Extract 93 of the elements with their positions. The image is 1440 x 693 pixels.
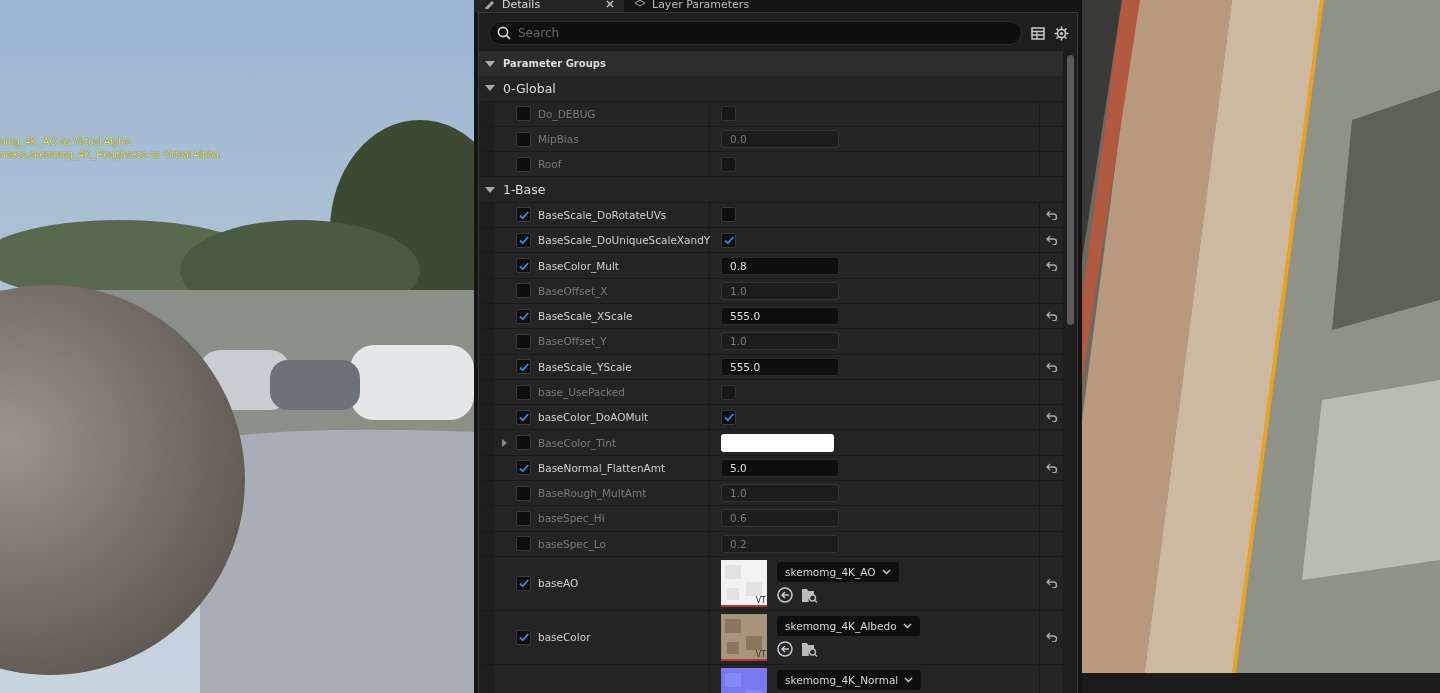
reset-arrow-icon[interactable] (1045, 209, 1058, 220)
checkbox[interactable] (516, 435, 531, 451)
checkbox[interactable] (516, 409, 531, 425)
log-message: omg_4K_AO as Virtual Alpha. (0, 136, 134, 149)
parameter-name: BaseScale_DoRotateUVs (538, 208, 667, 221)
number-field[interactable]: 0.2 (721, 534, 839, 553)
parameter-name: BaseScale_YScale (538, 360, 632, 373)
pencil-icon (484, 0, 496, 9)
parameter-name: Roof (538, 158, 562, 171)
use-selected-icon[interactable] (777, 586, 793, 603)
parameter-name: baseSpec_Lo (538, 537, 606, 550)
number-field[interactable]: 555.0 (721, 307, 839, 326)
layers-icon (634, 0, 646, 9)
reset-arrow-icon[interactable] (1045, 462, 1058, 473)
reset-arrow-icon[interactable] (1045, 632, 1058, 643)
parameter-name: BaseColor_Tint (538, 436, 616, 449)
search-field[interactable]: Search (489, 21, 1022, 45)
color-swatch[interactable] (721, 433, 834, 452)
checkbox[interactable] (721, 207, 736, 223)
checkbox[interactable] (516, 384, 531, 400)
reset-arrow-icon[interactable] (1045, 578, 1058, 589)
parameter-name: BaseColor_Mult (538, 259, 619, 272)
checkbox[interactable] (721, 232, 736, 248)
parameter-name: Do_DEBUG (538, 107, 596, 120)
virtual-texture-label: VT (755, 649, 766, 659)
parameter-name: base_UsePacked (538, 386, 625, 398)
reset-arrow-icon[interactable] (1045, 311, 1058, 322)
checkbox[interactable] (721, 156, 736, 172)
checkbox[interactable] (516, 460, 531, 476)
parameter-name: BaseOffset_Y (538, 335, 607, 348)
texture-thumbnail[interactable]: VT (721, 559, 767, 607)
checkbox[interactable] (516, 283, 531, 299)
checkbox[interactable] (721, 106, 736, 122)
expand-arrow-icon[interactable] (499, 437, 509, 448)
parameter-name: BaseRough_MultAmt (538, 487, 647, 500)
section-header[interactable]: Parameter Groups (479, 51, 1063, 77)
reset-arrow-icon[interactable] (1045, 361, 1058, 372)
number-field[interactable]: 1.0 (721, 484, 839, 503)
parameter-name: BaseNormal_FlattenAmt (538, 461, 666, 474)
checkbox[interactable] (516, 629, 531, 645)
checkbox[interactable] (516, 575, 531, 591)
checkbox[interactable] (516, 511, 531, 526)
number-field[interactable]: 0.0 (721, 130, 839, 149)
browse-folder-icon[interactable] (801, 586, 818, 603)
parameter-name: BaseScale_DoUniqueScaleXandY (538, 234, 711, 247)
asset-dropdown[interactable]: skemomg_4K_AO (777, 561, 899, 582)
search-icon (497, 26, 511, 40)
parameter-name: baseColor (538, 631, 591, 644)
number-field[interactable]: 0.8 (721, 256, 839, 275)
reset-arrow-icon[interactable] (1045, 235, 1058, 246)
chevron-down-icon (902, 622, 912, 629)
number-field[interactable]: 5.0 (721, 458, 839, 477)
number-field[interactable]: 555.0 (721, 357, 839, 376)
checkbox[interactable] (516, 258, 531, 273)
parameter-name: BaseOffset_X (538, 284, 608, 297)
number-field[interactable]: 1.0 (721, 332, 839, 351)
checkbox[interactable] (721, 384, 736, 400)
use-selected-icon[interactable] (777, 640, 793, 657)
checkbox[interactable] (516, 232, 531, 248)
scrollbar[interactable] (1066, 55, 1074, 325)
checkbox[interactable] (516, 359, 531, 375)
parameter-name: MipBias (538, 133, 579, 146)
reset-arrow-icon[interactable] (1045, 260, 1058, 271)
asset-dropdown[interactable]: skemomg_4K_Normal (777, 669, 922, 690)
browse-folder-icon[interactable] (801, 640, 818, 657)
reset-arrow-icon[interactable] (1045, 412, 1058, 423)
texture-thumbnail[interactable]: VT (721, 613, 767, 661)
group-header[interactable]: 0-Global (479, 76, 1063, 102)
settings-icon[interactable] (1054, 25, 1069, 41)
checkbox[interactable] (516, 131, 531, 147)
checkbox[interactable] (516, 156, 531, 172)
checkbox[interactable] (516, 485, 531, 501)
table-view-icon[interactable] (1031, 26, 1045, 40)
group-header[interactable]: 1-Base (479, 177, 1063, 203)
log-message: nness.skemomg_4K_Roughness as Virtual Alpha. (0, 148, 222, 161)
close-icon[interactable] (606, 0, 614, 8)
tab[interactable]: Details (474, 0, 624, 12)
checkbox[interactable] (516, 536, 531, 552)
checkbox[interactable] (516, 106, 531, 122)
checkbox[interactable] (516, 207, 531, 223)
virtual-texture-label: VT (755, 595, 766, 605)
parameter-name: baseColor_DoAOMult (538, 411, 649, 424)
checkbox[interactable] (516, 333, 531, 349)
asset-dropdown[interactable]: skemomg_4K_Albedo (777, 615, 920, 636)
parameter-name: baseAO (538, 577, 579, 590)
chevron-down-icon (904, 676, 914, 683)
chevron-down-icon (881, 568, 891, 575)
checkbox[interactable] (721, 409, 736, 425)
checkbox[interactable] (516, 308, 531, 324)
parameter-name: baseSpec_Hi (538, 512, 605, 525)
number-field[interactable]: 1.0 (721, 281, 839, 300)
number-field[interactable]: 0.6 (721, 509, 839, 528)
parameter-name: BaseScale_XScale (538, 310, 633, 323)
